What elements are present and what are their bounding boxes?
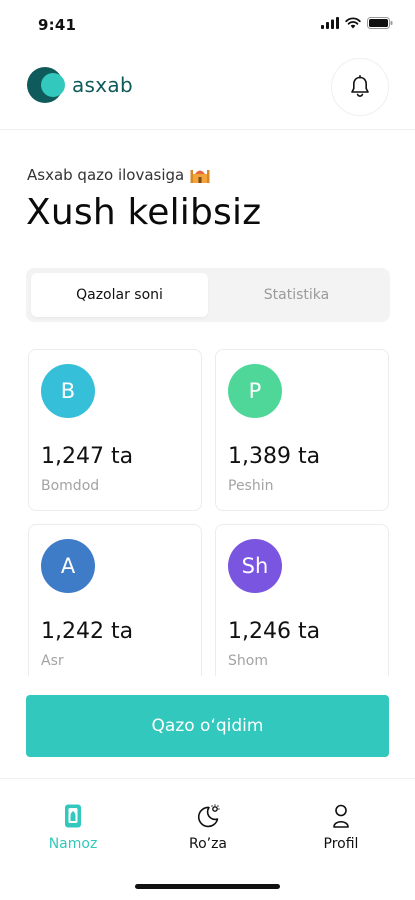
prayer-name: Shom (228, 653, 268, 669)
prayer-card-peshin[interactable]: P 1,389 ta Peshin (215, 349, 389, 511)
nav-namoz[interactable]: Namoz (23, 803, 123, 852)
status-time: 9:41 (38, 16, 77, 34)
prayer-count: 1,389 ta (228, 444, 321, 469)
app-header: asxab (0, 52, 415, 130)
tab-statistika[interactable]: Statistika (208, 273, 385, 317)
battery-icon (367, 17, 393, 29)
prayer-count: 1,242 ta (41, 619, 134, 644)
status-bar: 9:41 (0, 0, 415, 50)
user-icon (333, 804, 349, 828)
nav-namoz-label: Namoz (48, 836, 98, 852)
prayer-card-shom[interactable]: Sh 1,246 ta Shom (215, 524, 389, 676)
prayer-avatar: P (228, 364, 282, 418)
notifications-button[interactable] (331, 58, 389, 116)
crescent-logo-icon (27, 67, 65, 103)
prayer-count: 1,246 ta (228, 619, 321, 644)
nav-roza[interactable]: Ro’za (158, 803, 258, 852)
prayer-count: 1,247 ta (41, 444, 134, 469)
cellular-signal-icon (321, 17, 339, 29)
nav-profil[interactable]: Profil (291, 803, 391, 852)
mosque-emoji-icon (190, 170, 210, 183)
prayer-avatar: A (41, 539, 95, 593)
brand-logo[interactable]: asxab (26, 65, 133, 105)
wifi-icon (345, 17, 361, 29)
bottom-nav: Namoz Ro’za Profil (0, 778, 415, 900)
prayer-name: Asr (41, 653, 64, 669)
phone-icon (65, 804, 81, 828)
prayer-avatar: Sh (228, 539, 282, 593)
segmented-tabs: Qazolar soni Statistika (26, 268, 390, 322)
prayer-name: Peshin (228, 478, 274, 494)
prayer-name: Bomdod (41, 478, 100, 494)
logo-text: asxab (72, 73, 133, 97)
status-icons (321, 17, 393, 29)
nav-roza-label: Ro’za (188, 836, 228, 852)
bell-icon (351, 75, 369, 97)
home-indicator[interactable] (135, 884, 280, 889)
prayer-cards-scroll[interactable]: B 1,247 ta Bomdod P 1,389 ta Peshin A 1,… (0, 340, 415, 676)
prayer-card-asr[interactable]: A 1,242 ta Asr (28, 524, 202, 676)
greeting-subtitle: Asxab qazo ilovasiga (27, 166, 210, 184)
tab-qazolar-soni[interactable]: Qazolar soni (31, 273, 208, 317)
nav-profil-label: Profil (323, 836, 359, 852)
greeting-subtitle-text: Asxab qazo ilovasiga (27, 166, 185, 184)
prayer-card-bomdod[interactable]: B 1,247 ta Bomdod (28, 349, 202, 511)
moon-star-icon (197, 804, 220, 828)
prayer-avatar: B (41, 364, 95, 418)
page-title: Xush kelibsiz (26, 192, 262, 233)
qazo-oqidim-button[interactable]: Qazo o‘qidim (26, 695, 389, 757)
